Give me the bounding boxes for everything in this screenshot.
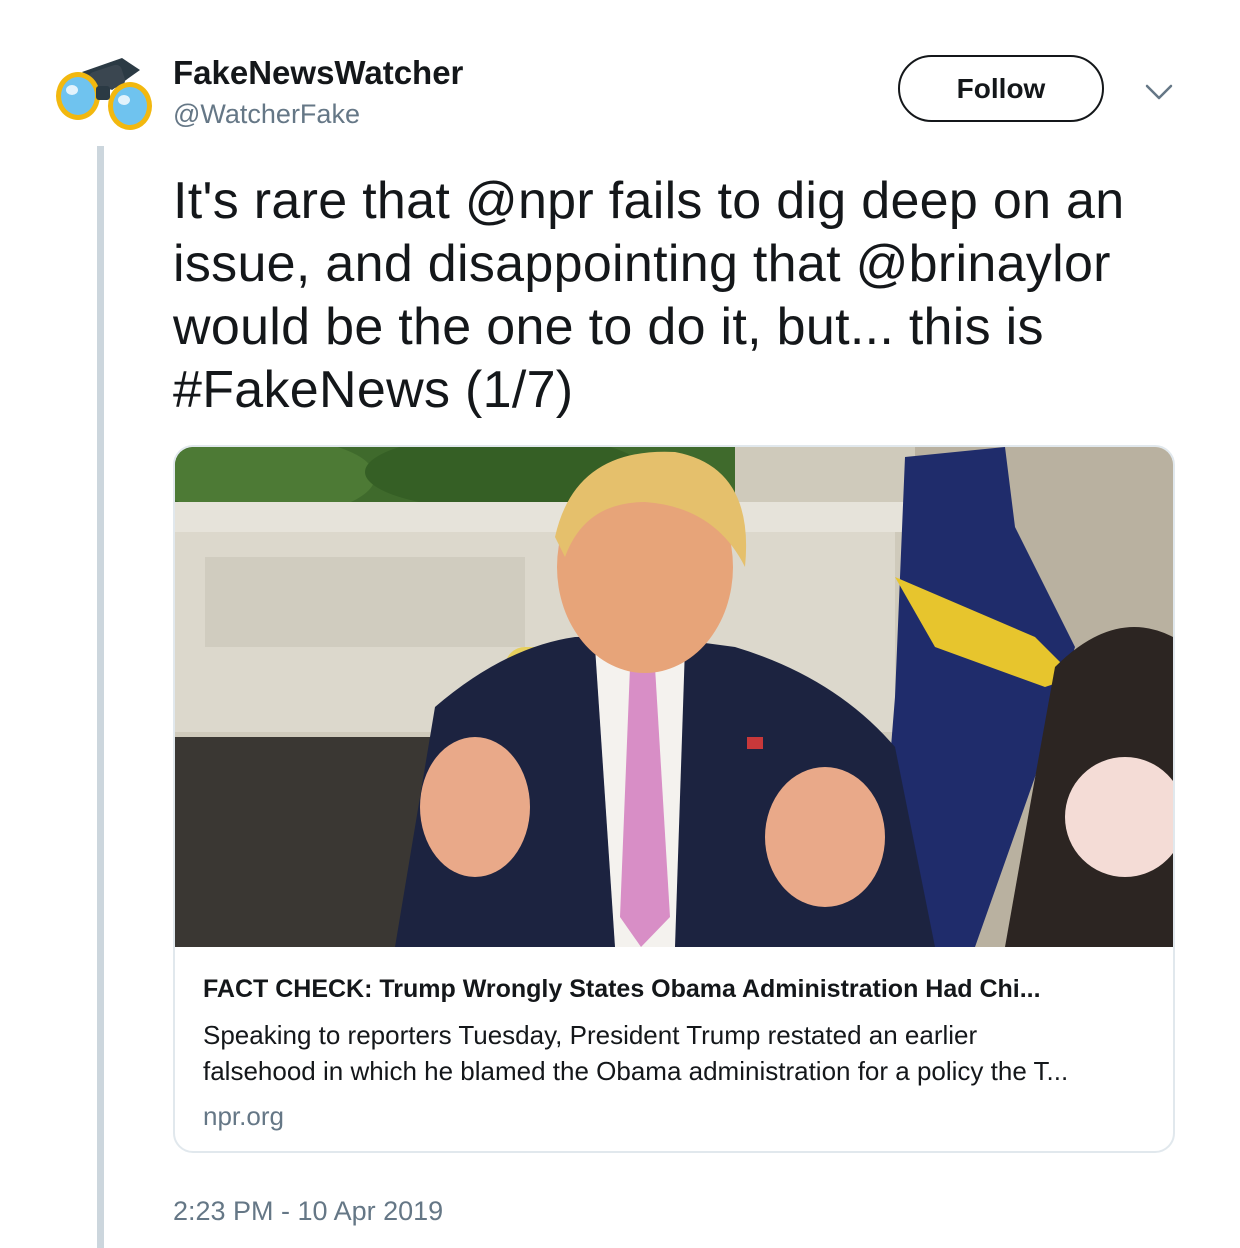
user-handle[interactable]: @WatcherFake bbox=[173, 99, 360, 130]
tweet-text-line: #FakeNews (1/7) bbox=[173, 361, 574, 419]
chevron-down-icon[interactable] bbox=[1143, 80, 1175, 104]
card-description-line: Speaking to reporters Tuesday, President… bbox=[203, 1020, 978, 1050]
avatar[interactable] bbox=[52, 50, 156, 140]
tweet-text-line: issue, and disappointing that @brinaylor bbox=[173, 235, 1111, 293]
tweet-timestamp[interactable]: 2:23 PM - 10 Apr 2019 bbox=[173, 1196, 443, 1227]
card-domain: npr.org bbox=[203, 1101, 284, 1131]
thread-connector-line bbox=[97, 146, 104, 1248]
link-preview-card[interactable]: FACT CHECK: Trump Wrongly States Obama A… bbox=[173, 445, 1175, 1153]
display-name[interactable]: FakeNewsWatcher bbox=[173, 54, 463, 92]
binoculars-icon bbox=[56, 58, 152, 130]
card-title[interactable]: FACT CHECK: Trump Wrongly States Obama A… bbox=[203, 975, 1153, 1004]
tweet-text: It's rare that @npr fails to dig deep on… bbox=[173, 170, 1193, 422]
tweet-text-line: would be the one to do it, but... this i… bbox=[173, 298, 1044, 356]
card-photo bbox=[175, 447, 1173, 947]
card-description-line: falsehood in which he blamed the Obama a… bbox=[203, 1056, 1069, 1086]
tweet-text-line: It's rare that @npr fails to dig deep on… bbox=[173, 172, 1125, 230]
follow-button[interactable]: Follow bbox=[898, 55, 1104, 122]
card-description: Speaking to reporters Tuesday, President… bbox=[203, 1017, 1153, 1089]
